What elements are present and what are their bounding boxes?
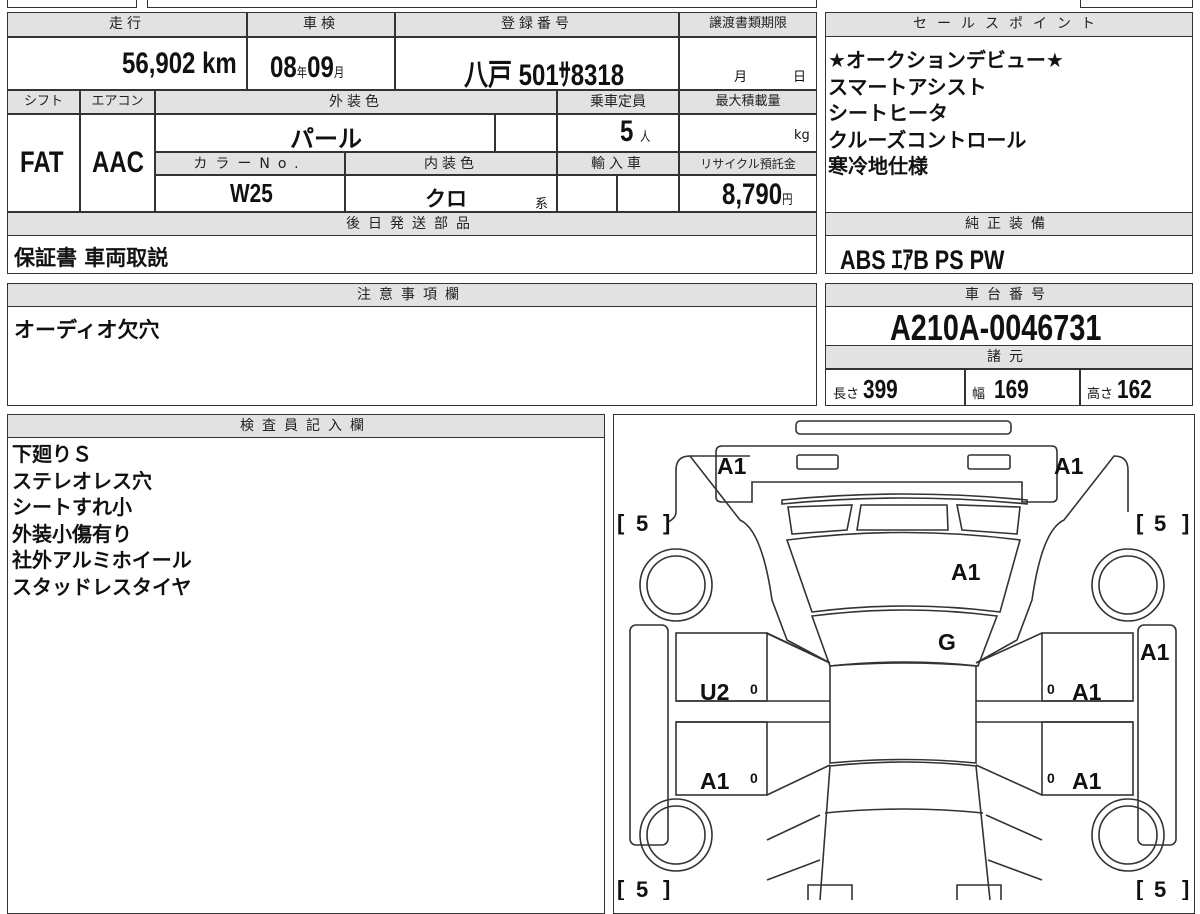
inspector-note: ステレオレス穴 (12, 468, 152, 493)
later-parts-header: 後日発送部品 (7, 212, 817, 236)
later-parts-value: 保証書 車両取説 (14, 246, 169, 270)
width-spec: 幅 169 (972, 374, 1029, 404)
exterior-color-value: パール (290, 125, 362, 153)
inspector-note: 社外アルミホイール (12, 548, 192, 572)
deadline-month: 月 (734, 70, 748, 85)
inspection-header: 車検 (247, 12, 395, 37)
mark-left-rear-door: U2 (700, 679, 729, 705)
inspector-note: 外装小傷有り (12, 521, 132, 546)
recycle-fee-value: 8,790円 (722, 178, 793, 211)
transfer-deadline-header: 譲渡書類期限 (679, 12, 817, 37)
inspector-note: 下廻りＳ (12, 442, 92, 466)
max-load-unit: kg (794, 128, 810, 143)
zero-mark: 0 (750, 770, 758, 786)
capacity-header: 乗車定員 (557, 90, 679, 114)
deadline-day: 日 (793, 70, 807, 85)
tire-rr: 5 (1154, 511, 1166, 536)
mark-glass: G (938, 629, 956, 655)
sales-point: ★オークションデビュー★ (828, 48, 1064, 72)
tire-fl: 5 (636, 877, 648, 900)
bracket: ] (1182, 510, 1189, 535)
sales-point: スマートアシスト (828, 74, 987, 99)
tire-rl: 5 (636, 511, 648, 536)
color-no-header: カラーNo. (155, 152, 345, 175)
interior-color-header: 内装色 (345, 152, 557, 175)
equipment-value: ABS ｴｱB PS PW (840, 245, 1005, 275)
sales-point: クルーズコントロール (828, 127, 1027, 152)
bracket: [ (1136, 510, 1144, 535)
shift-header: シフト (7, 90, 80, 114)
mark-right-fender: A1 (1140, 639, 1170, 665)
mark-rear-left: A1 (717, 453, 747, 479)
inspector-note: シートすれ小 (12, 495, 132, 519)
equipment-header: 純正装備 (825, 212, 1193, 236)
mileage-value: 56,902 km (122, 47, 237, 80)
inspector-notes: 下廻りＳ ステレオレス穴 シートすれ小 外装小傷有り 社外アルミホイール スタッ… (12, 441, 192, 600)
tire-fr: 5 (1154, 877, 1166, 900)
notes-header: 注意事項欄 (7, 283, 817, 307)
max-load-header: 最大積載量 (679, 90, 817, 114)
aircon-header: エアコン (80, 90, 155, 114)
shift-value: FAT (20, 146, 64, 179)
bracket: [ (617, 510, 625, 535)
notes-value: オーディオ欠穴 (14, 318, 160, 342)
sales-points-list: ★オークションデビュー★ スマートアシスト シートヒータ クルーズコントロール … (828, 47, 1064, 180)
inspector-note: スタッドレスタイヤ (12, 574, 192, 599)
chassis-header: 車台番号 (825, 283, 1193, 307)
aircon-value: AAC (92, 146, 144, 179)
bracket: ] (663, 876, 670, 900)
import-header: 輸入車 (557, 152, 679, 175)
mark-right-front-door: A1 (1072, 768, 1102, 794)
bracket: [ (1136, 876, 1144, 900)
mark-roof: A1 (951, 559, 981, 585)
zero-mark: 0 (1047, 681, 1055, 697)
interior-color-value: クロ (425, 187, 467, 211)
registration-value: 八戸 501ｻ8318 (464, 59, 625, 92)
mileage-header: 走行 (7, 12, 247, 37)
inspection-value: 08年09月 (270, 51, 345, 84)
capacity-value: 5 人 (620, 115, 651, 148)
zero-mark: 0 (750, 681, 758, 697)
sales-point: シートヒータ (828, 101, 948, 125)
interior-suffix: 系 (535, 197, 549, 212)
color-no-value: W25 (230, 178, 273, 208)
bracket: ] (663, 510, 670, 535)
car-damage-diagram: A1 A1 A1 G A1 U2 A1 A1 A1 0 0 0 0 [5] [5… (617, 420, 1189, 900)
length-spec: 長さ 399 (833, 374, 899, 404)
inspector-header: 検査員記入欄 (7, 414, 605, 438)
bracket: ] (1182, 876, 1189, 900)
height-spec: 高さ 162 (1087, 374, 1153, 404)
recycle-fee-header: リサイクル預託金 (679, 152, 817, 175)
mark-right-rear-door: A1 (1072, 679, 1102, 705)
registration-header: 登録番号 (395, 12, 679, 37)
mark-left-front-door: A1 (700, 768, 730, 794)
sales-points-header: セールスポイント (825, 12, 1193, 37)
sales-point: 寒冷地仕様 (828, 154, 928, 178)
chassis-value: A210A-0046731 (890, 307, 1102, 348)
zero-mark: 0 (1047, 770, 1055, 786)
bracket: [ (617, 876, 625, 900)
exterior-color-header: 外装色 (155, 90, 557, 114)
mark-rear-right: A1 (1054, 453, 1084, 479)
specs-header: 諸元 (825, 345, 1193, 369)
